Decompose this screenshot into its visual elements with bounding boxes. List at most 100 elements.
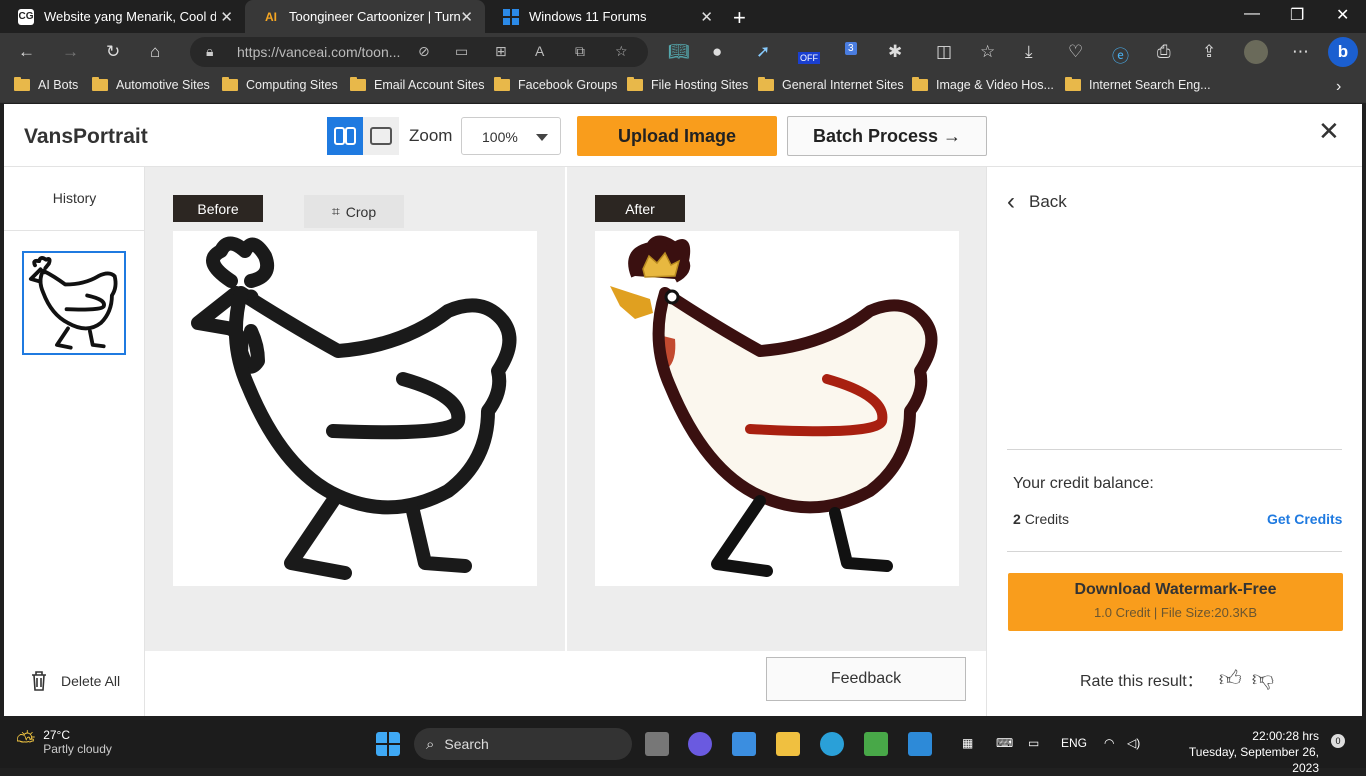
- wifi-icon[interactable]: ◠: [1104, 736, 1114, 750]
- weather-widget[interactable]: ⛅︎ 27°C Partly cloudy: [16, 728, 112, 756]
- crop-icon: ⌗: [331, 203, 340, 219]
- bookmark-folder[interactable]: File Hosting Sites: [627, 77, 748, 92]
- split-view-button[interactable]: [327, 117, 363, 155]
- close-tab-icon[interactable]: ✕: [220, 8, 233, 26]
- translate-icon[interactable]: ⧉: [575, 43, 585, 60]
- bookmark-folder[interactable]: Internet Search Eng...: [1065, 77, 1211, 92]
- bookmark-folder[interactable]: Image & Video Hos...: [912, 77, 1054, 92]
- forward-arrow-icon[interactable]: →: [62, 42, 79, 62]
- folder-icon: [350, 77, 366, 91]
- upload-image-button[interactable]: Upload Image: [577, 116, 777, 156]
- taskbar: ⛅︎ 27°C Partly cloudy ⌕ Search ▦ ⌨ ▭ ENG…: [0, 720, 1366, 775]
- tab-website[interactable]: CG Website yang Menarik, Cool dan ✕: [0, 0, 245, 33]
- restore-icon[interactable]: ❐: [1290, 5, 1304, 25]
- credit-balance-label: Your credit balance:: [1013, 475, 1154, 492]
- bookmark-folder[interactable]: Facebook Groups: [494, 77, 617, 92]
- close-tab-icon[interactable]: ✕: [460, 8, 473, 26]
- mute-icon[interactable]: ⊘: [418, 43, 430, 60]
- thumbs-down-icon[interactable]: 👎︎: [1252, 665, 1274, 692]
- bookmark-folder[interactable]: Automotive Sites: [92, 77, 210, 92]
- search-icon: ⌕: [426, 735, 435, 753]
- tray-app-icon[interactable]: ▦: [962, 736, 973, 750]
- tab-toongineer[interactable]: AI Toongineer Cartoonizer | Turn Ph ✕: [245, 0, 485, 33]
- history-panel: History Delete All: [4, 167, 145, 716]
- rate-result: Rate this result： 👍︎ 👎︎: [1080, 665, 1274, 692]
- file-explorer-icon[interactable]: [776, 732, 800, 756]
- back-arrow-icon[interactable]: ←: [18, 42, 35, 62]
- language-indicator[interactable]: ENG: [1061, 736, 1087, 750]
- bookmark-folder[interactable]: General Internet Sites: [758, 77, 904, 92]
- comparison-area: Before ⌗ Crop After: [145, 167, 986, 651]
- ai-favicon-icon: AI: [265, 9, 277, 24]
- divider: [1007, 551, 1342, 552]
- close-tab-icon[interactable]: ✕: [700, 8, 713, 26]
- zoom-label: Zoom: [409, 126, 453, 145]
- delete-all-button[interactable]: Delete All: [29, 670, 120, 692]
- edge-icon[interactable]: [820, 732, 844, 756]
- clock-time: 22:00:28 hrs: [1252, 729, 1319, 743]
- chicken-line-drawing: [191, 236, 517, 580]
- single-view-button[interactable]: [363, 117, 399, 155]
- folder-icon: [222, 77, 238, 91]
- folder-icon: [494, 77, 510, 91]
- start-windows-icon[interactable]: [376, 732, 400, 756]
- share-icon[interactable]: ⇪: [1202, 42, 1216, 62]
- refresh-icon[interactable]: ↻: [106, 42, 120, 62]
- history-thumbnail[interactable]: [22, 251, 126, 355]
- app-available-icon[interactable]: ▭: [455, 43, 468, 60]
- chevron-down-icon: [536, 134, 548, 141]
- meet-icon[interactable]: [688, 732, 712, 756]
- zoom-select[interactable]: 100%: [461, 117, 561, 155]
- tab-windows-forums[interactable]: Windows 11 Forums ✕: [485, 0, 725, 33]
- bookmark-folder[interactable]: Computing Sites: [222, 77, 338, 92]
- crop-button[interactable]: ⌗ Crop: [304, 195, 404, 228]
- clock-date: Tuesday, September 26, 2023: [1188, 745, 1319, 775]
- ie-mode-icon[interactable]: ⓔ: [1112, 42, 1129, 67]
- clock[interactable]: 22:00:28 hrs Tuesday, September 26, 2023: [1160, 728, 1319, 776]
- keyboard-icon[interactable]: ⌨: [996, 736, 1013, 750]
- task-view-icon[interactable]: [645, 732, 669, 756]
- divider: [4, 230, 145, 231]
- comparison-divider[interactable]: [565, 167, 567, 651]
- tab-title: Toongineer Cartoonizer | Turn Ph: [289, 9, 461, 24]
- close-window-icon[interactable]: ✕: [1336, 5, 1349, 25]
- avatar[interactable]: [1244, 40, 1268, 64]
- web-capture-icon[interactable]: ⎙: [1157, 42, 1171, 62]
- address-bar[interactable]: 🔒︎ https://vanceai.com/toon... ⊘ ▭ ⊞ A ⧉…: [190, 37, 648, 67]
- off-badge-icon[interactable]: OFF: [798, 52, 820, 64]
- notepad-icon[interactable]: [908, 732, 932, 756]
- batch-process-button[interactable]: Batch Process →: [787, 116, 987, 156]
- bing-chat-icon[interactable]: b: [1328, 37, 1358, 67]
- puzzle-extensions-icon[interactable]: ✱: [888, 42, 902, 62]
- new-tab-icon[interactable]: +: [733, 5, 746, 31]
- chevron-right-icon[interactable]: ›: [1336, 78, 1341, 96]
- split-screen-icon[interactable]: ◫: [936, 42, 952, 62]
- notepad-plus-icon[interactable]: [864, 732, 888, 756]
- read-aloud-icon[interactable]: A: [535, 43, 544, 59]
- bookmark-folder[interactable]: Email Account Sites: [350, 77, 484, 92]
- extension-count-icon[interactable]: 3: [845, 42, 857, 55]
- apps-icon[interactable]: ⊞: [495, 43, 507, 60]
- notification-badge[interactable]: 0: [1331, 734, 1345, 748]
- minimize-icon[interactable]: —: [1244, 5, 1260, 23]
- downloads-icon[interactable]: ⤓: [1025, 42, 1033, 62]
- favorites-icon[interactable]: ☆: [980, 42, 995, 62]
- favorite-star-icon[interactable]: ☆: [615, 43, 628, 60]
- performance-icon[interactable]: ♡: [1068, 42, 1083, 62]
- volume-icon[interactable]: ◁): [1127, 736, 1140, 750]
- more-menu-icon[interactable]: ⋯: [1292, 42, 1309, 62]
- store-icon[interactable]: [732, 732, 756, 756]
- extension-ball-icon[interactable]: ●: [712, 42, 722, 62]
- thumbs-up-icon[interactable]: 👍︎: [1219, 665, 1242, 692]
- download-watermark-free-button[interactable]: Download Watermark-Free 1.0 Credit | Fil…: [1008, 573, 1343, 631]
- back-button[interactable]: ‹ Back: [1007, 188, 1067, 216]
- taskbar-search[interactable]: ⌕ Search: [414, 728, 632, 760]
- bookmark-folder[interactable]: AI Bots: [14, 77, 78, 92]
- feedback-button[interactable]: Feedback: [766, 657, 966, 701]
- reader-book-icon[interactable]: 📖︎: [668, 42, 690, 62]
- get-credits-link[interactable]: Get Credits: [1267, 511, 1342, 527]
- close-icon[interactable]: ✕: [1318, 116, 1340, 147]
- home-icon[interactable]: ⌂: [150, 42, 160, 62]
- display-icon[interactable]: ▭: [1028, 736, 1039, 750]
- cursor-extension-icon[interactable]: ➚: [756, 42, 770, 62]
